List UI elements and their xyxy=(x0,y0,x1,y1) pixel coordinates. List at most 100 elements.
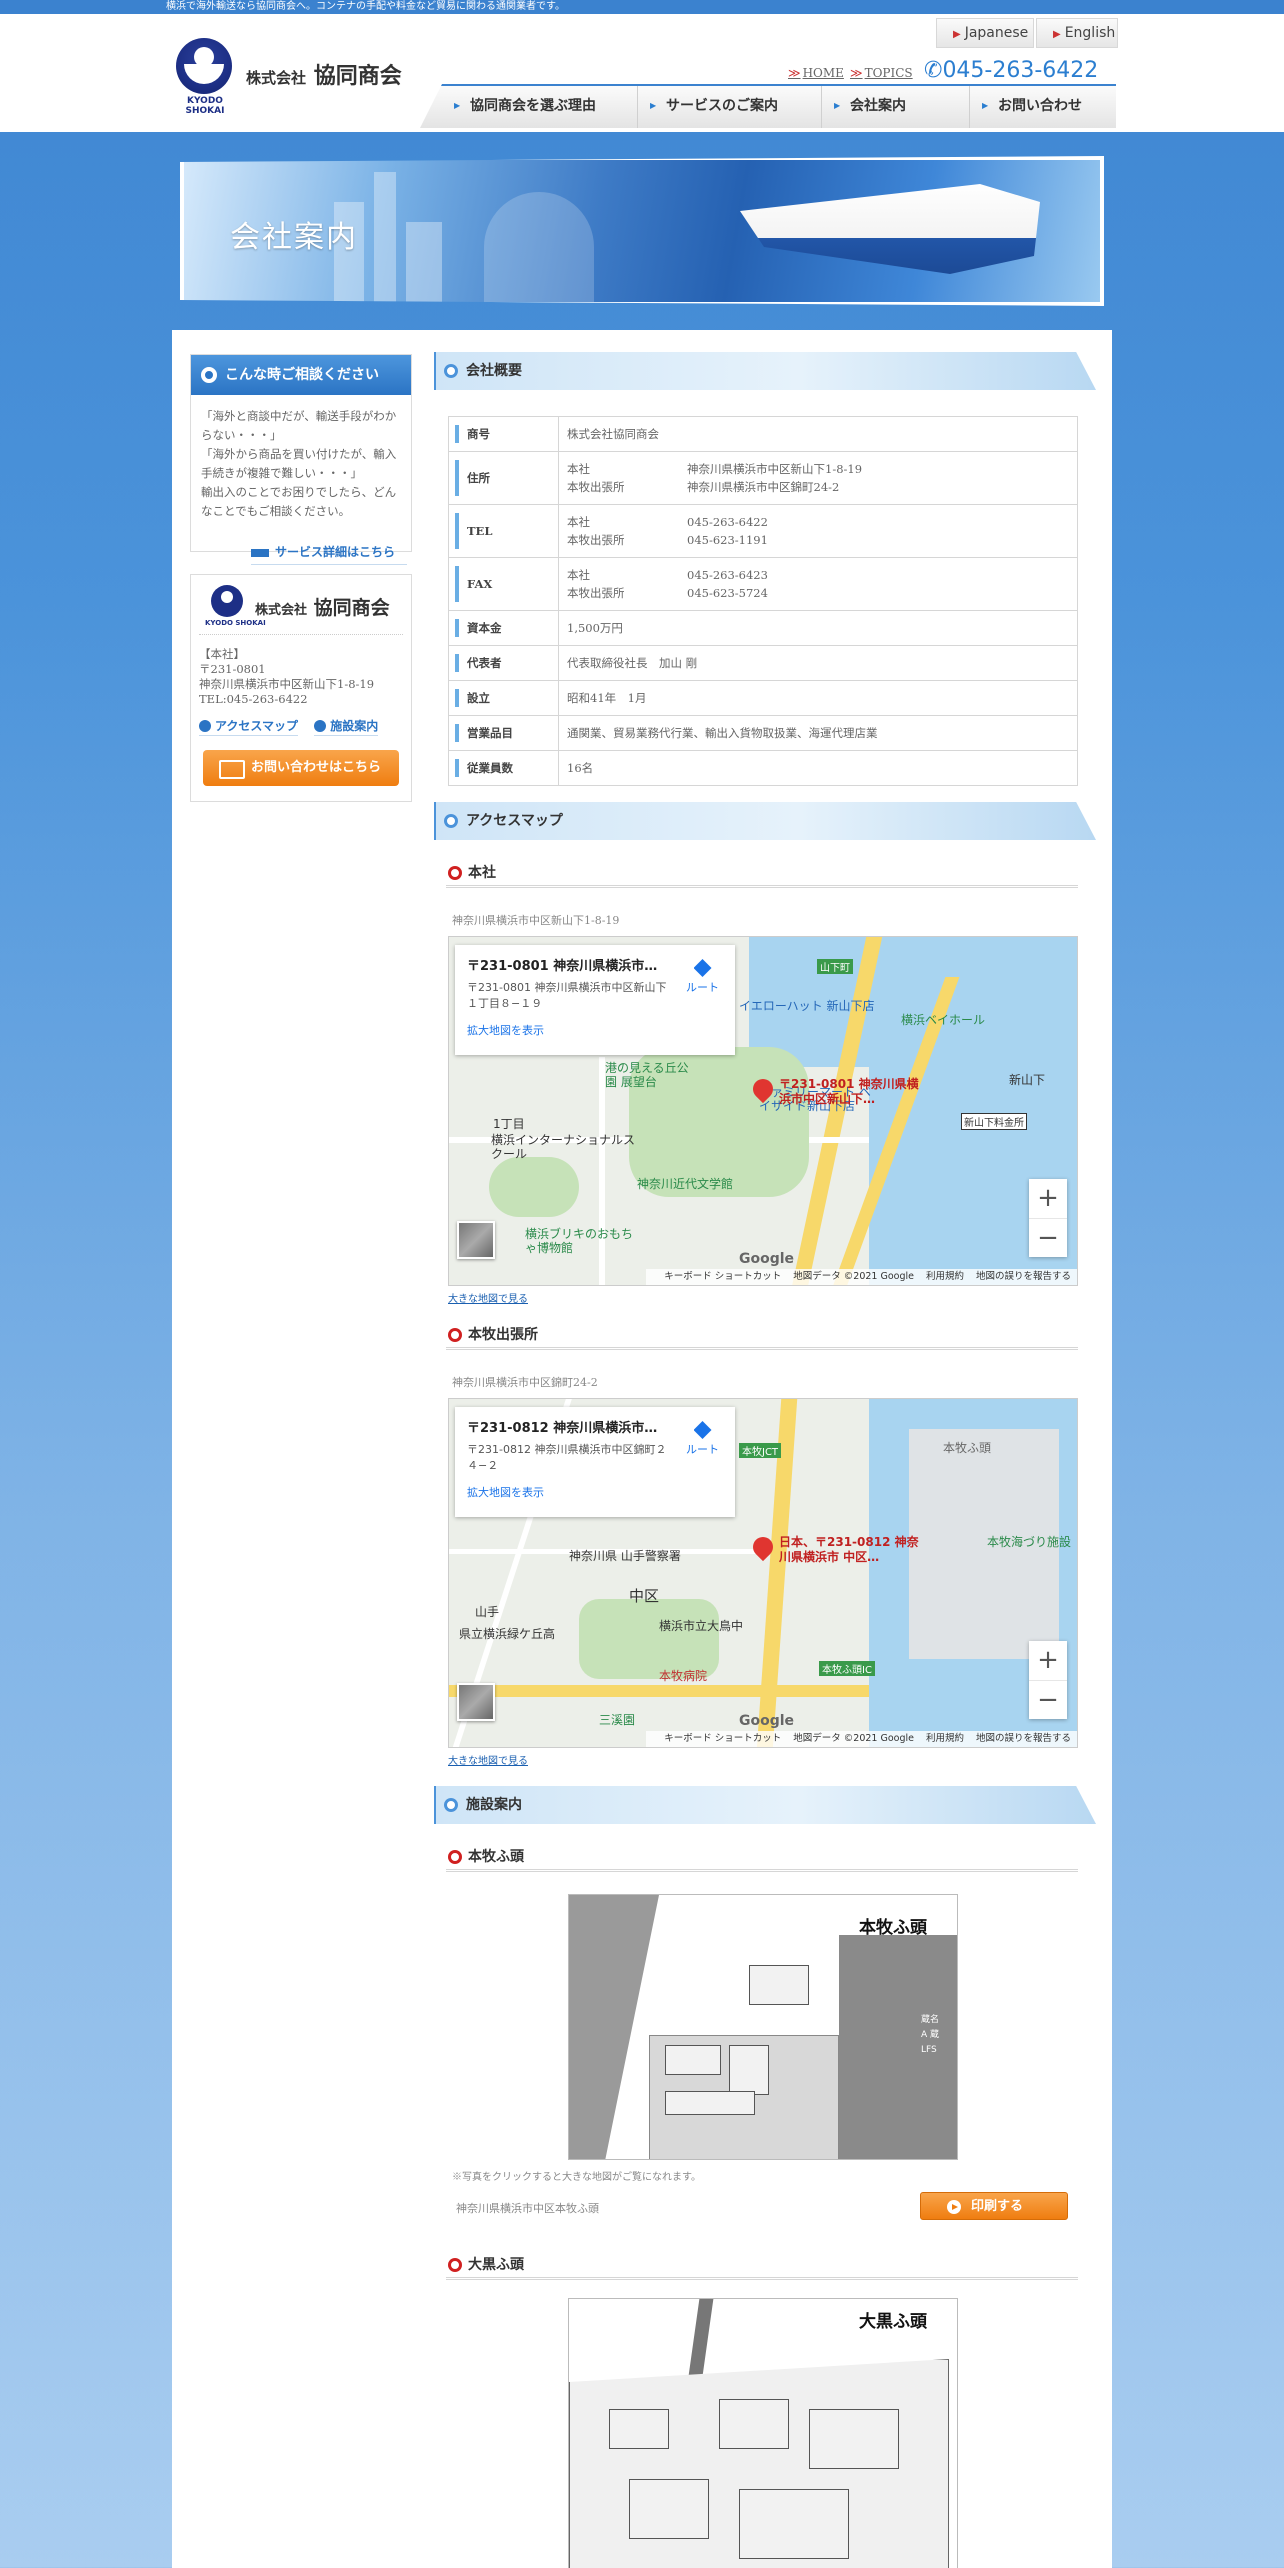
honmoku-google-map[interactable]: 神奈川県 山手警察署 中区 横浜市立大鳥中 本牧病院 県立横浜緑ケ丘高 山手 三… xyxy=(448,1398,1078,1748)
double-chevron-icon: ≫ xyxy=(788,66,801,80)
logo-name[interactable]: 株式会社 協同商会 xyxy=(246,58,402,90)
overview-row-label: 従業員数 xyxy=(448,750,559,786)
map-satellite-toggle[interactable] xyxy=(457,1683,495,1721)
subsection-title-honsha: 本社 xyxy=(446,862,1078,888)
section-title-access: アクセスマップ xyxy=(434,802,1096,840)
zoom-out-icon[interactable]: − xyxy=(1029,1218,1067,1257)
map-place-label: 本牧JCT xyxy=(739,1443,782,1458)
honsha-big-map-link[interactable]: 大きな地図で見る xyxy=(448,1290,528,1305)
section-title-facilities: 施設案内 xyxy=(434,1786,1096,1824)
nav-item-reason[interactable]: 協同商会を選ぶ理由 xyxy=(442,86,638,128)
map-place-label: 神奈川県 山手警察署 xyxy=(569,1549,681,1563)
overview-row-value: 代表取締役社長 加山 剛 xyxy=(558,645,1078,681)
google-logo: Google xyxy=(739,1251,795,1267)
overview-value-part: 045-263-6422 xyxy=(687,515,768,529)
map-keyboard-shortcuts[interactable]: キーボード ショートカット xyxy=(664,1733,781,1744)
map-data-credit: 地図データ ©2021 Google xyxy=(793,1271,914,1282)
header-phone[interactable]: ✆045-263-6422 xyxy=(924,58,1098,83)
topics-link[interactable]: ≫ TOPICS xyxy=(850,66,913,80)
subsection-title-honmoku: 本牧出張所 xyxy=(446,1324,1078,1350)
overview-value-part: 045-623-1191 xyxy=(687,533,768,547)
overview-row-label: 商号 xyxy=(448,416,559,452)
map-terms[interactable]: 利用規約 xyxy=(926,1271,964,1282)
overview-row-label: 営業品目 xyxy=(448,715,559,751)
google-logo: Google xyxy=(739,1713,795,1729)
overview-value-part: 株式会社協同商会 xyxy=(567,427,659,441)
map-place-label: 県立横浜緑ケ丘高 xyxy=(459,1627,556,1641)
arrow-circle-icon xyxy=(199,720,211,732)
honsha-google-map[interactable]: イエローハット 新山下店 ファミリーマート ベイサイド新山下店 港の見える丘公園… xyxy=(448,936,1078,1286)
overview-value-part: 神奈川県横浜市中区新山下1-8-19 xyxy=(687,462,863,476)
map-enlarge-link[interactable]: 拡大地図を表示 xyxy=(467,1022,723,1038)
overview-value-part: 045-623-5724 xyxy=(687,586,768,600)
company-overview-table: 商号 株式会社協同商会 住所 本社 神奈川県横浜市中区新山下1-8-19 本牧出張所 神奈川… xyxy=(448,416,1078,786)
access-map-link[interactable]: アクセスマップ xyxy=(199,719,299,736)
map-place-label: 神奈川近代文学館 xyxy=(637,1177,734,1191)
overview-row: 従業員数 16名 xyxy=(448,750,1078,786)
honmoku-pier-map[interactable]: 本牧ふ頭 蔵名 A 蔵 LFS xyxy=(568,1894,958,2160)
map-building xyxy=(729,2045,769,2095)
overview-value-part: 昭和41年 1月 xyxy=(567,691,647,705)
overview-value-part: 本牧出張所 xyxy=(567,533,625,547)
overview-row: TEL 本社 045-263-6422 本牧出張所 045-623-1191 xyxy=(448,504,1078,558)
sidebar-logo-roman: KYODO SHOKAI xyxy=(205,619,266,627)
overview-value-line: 代表取締役社長 加山 剛 xyxy=(567,654,1069,672)
zoom-in-icon[interactable]: + xyxy=(1029,1641,1067,1680)
overview-value-part: 本牧出張所 xyxy=(567,586,625,600)
map-terms[interactable]: 利用規約 xyxy=(926,1733,964,1744)
global-nav: 協同商会を選ぶ理由 サービスのご案内 会社案内 お問い合わせ xyxy=(420,84,1116,128)
map-building xyxy=(629,2479,709,2539)
company-logo-icon[interactable] xyxy=(176,38,232,94)
consult-body: 「海外と商談中だが、輸送手段がわからない・・・」 「海外から商品を買い付けたが、… xyxy=(191,395,411,529)
map-route-label: ルート xyxy=(686,981,719,994)
map-place-label: 港の見える丘公園 展望台 xyxy=(605,1061,689,1089)
map-zoom-control: + − xyxy=(1029,1179,1067,1257)
map-keyboard-shortcuts[interactable]: キーボード ショートカット xyxy=(664,1271,781,1282)
nav-item-contact[interactable]: お問い合わせ xyxy=(970,86,1116,128)
facility-link[interactable]: 施設案内 xyxy=(314,719,379,736)
map-report-error[interactable]: 地図の誤りを報告する xyxy=(976,1733,1071,1744)
map-building xyxy=(719,2399,789,2449)
nav-item-services[interactable]: サービスのご案内 xyxy=(638,86,822,128)
consult-line: 「海外から商品を買い付けたが、輸入手続きが複雑で難しい・・・」 xyxy=(201,447,397,480)
double-chevron-icon: ≫ xyxy=(850,66,863,80)
phone-number: 045-263-6422 xyxy=(942,58,1099,83)
overview-value-line: 1,500万円 xyxy=(567,619,1069,637)
map-place-label: 横浜インターナショナルスクール xyxy=(491,1133,636,1161)
map-place-label: 横浜ブリキのおもちゃ博物館 xyxy=(525,1227,634,1255)
contact-button[interactable]: お問い合わせはこちら xyxy=(203,750,399,786)
logo-roman-text: KYODO SHOKAI xyxy=(185,96,225,116)
company-info: 【本社】 〒231-0801 神奈川県横浜市中区新山下1-8-19 TEL:04… xyxy=(191,635,411,713)
map-place-label: 山手 xyxy=(475,1605,500,1619)
map-route-button[interactable]: ルート xyxy=(686,1421,719,1457)
map-satellite-toggle[interactable] xyxy=(457,1221,495,1259)
home-link[interactable]: ≫ HOME xyxy=(788,66,844,80)
nav-item-company[interactable]: 会社案内 xyxy=(822,86,970,128)
daikoku-pier-map[interactable]: 大黒ふ頭 xyxy=(568,2298,958,2568)
directions-icon xyxy=(693,1421,712,1439)
site-header: KYODO SHOKAI 株式会社 協同商会 ▶ Japanese ▶ Englis… xyxy=(0,14,1284,132)
honmoku-pier-address: 神奈川県横浜市中区本牧ふ頭 xyxy=(456,2202,599,2215)
banner-building xyxy=(406,222,442,302)
lang-japanese-button[interactable]: ▶ Japanese xyxy=(936,18,1034,48)
map-legend-item: 蔵名 xyxy=(920,2015,939,2025)
map-route-button[interactable]: ルート xyxy=(686,959,719,995)
map-enlarge-link[interactable]: 拡大地図を表示 xyxy=(467,1484,723,1500)
service-detail-link[interactable]: サービス詳細はこちら xyxy=(251,543,407,565)
zoom-in-icon[interactable]: + xyxy=(1029,1179,1067,1218)
sidebar-company-main: 協同商会 xyxy=(313,597,390,619)
map-place-label: 新山下料金所 xyxy=(961,1113,1027,1130)
lang-english-button[interactable]: ▶ English xyxy=(1036,18,1118,48)
print-button[interactable]: 印刷する xyxy=(920,2192,1068,2220)
map-building xyxy=(665,2091,755,2115)
arrow-right-icon: ▶ xyxy=(953,29,961,40)
map-place-label: 横浜市立大鳥中 xyxy=(659,1619,744,1633)
pointer-icon xyxy=(251,548,269,557)
honmoku-big-map-link[interactable]: 大きな地図で見る xyxy=(448,1752,528,1767)
map-card-address: 〒231-0801 神奈川県横浜市中区新山下１丁目８−１９ xyxy=(467,981,667,1010)
consult-line: 「海外と商談中だが、輸送手段がわからない・・・」 xyxy=(201,409,397,442)
service-detail-label: サービス詳細はこちら xyxy=(275,545,396,559)
zoom-out-icon[interactable]: − xyxy=(1029,1680,1067,1719)
map-report-error[interactable]: 地図の誤りを報告する xyxy=(976,1271,1071,1282)
map-info-card: 〒231-0801 神奈川県横浜市中区新山下 〒231-0801 神奈川県横浜市… xyxy=(455,945,735,1055)
